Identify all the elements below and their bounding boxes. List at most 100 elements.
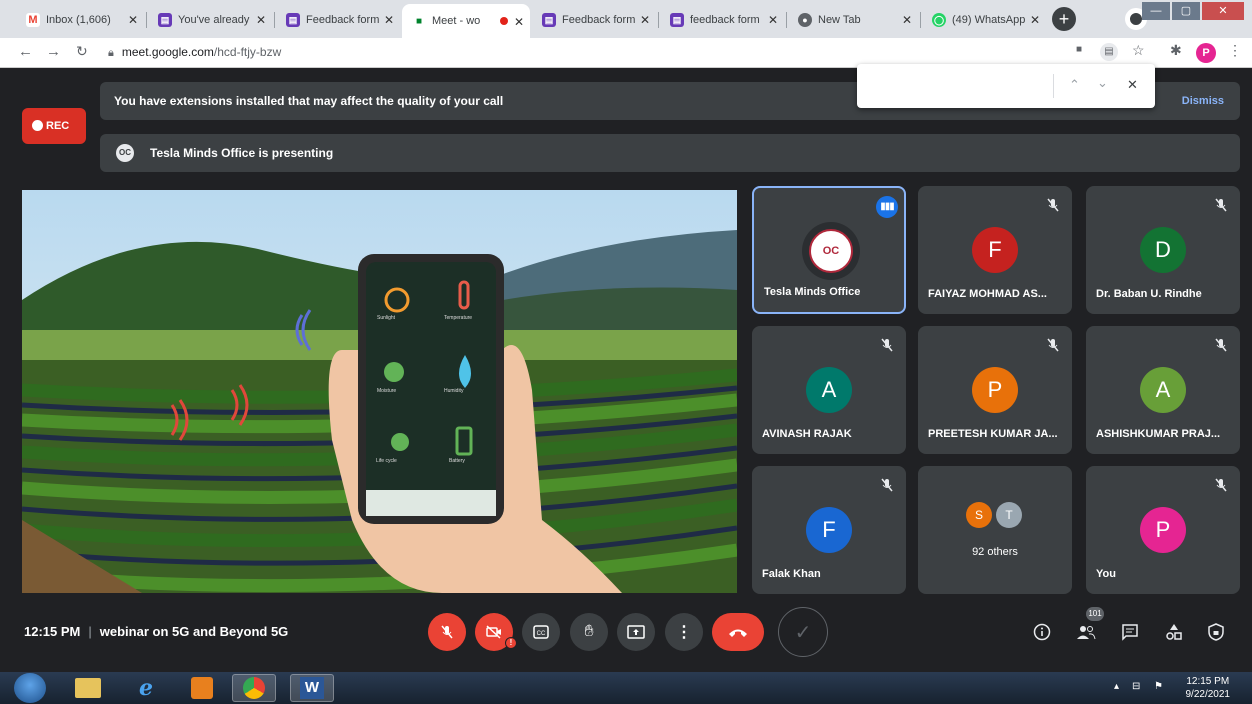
clock-date: 9/22/2021 bbox=[1185, 689, 1231, 700]
activities-button[interactable] bbox=[1162, 620, 1186, 644]
folder-icon bbox=[75, 678, 101, 698]
present-icon bbox=[627, 625, 645, 639]
close-tab-icon[interactable]: ✕ bbox=[768, 13, 778, 27]
menu-icon[interactable]: ⋮ bbox=[1228, 42, 1242, 59]
tab-forms-1[interactable]: ▤ You've already ✕ bbox=[148, 6, 272, 34]
close-tab-icon[interactable]: ✕ bbox=[514, 15, 524, 29]
tab-whatsapp[interactable]: ◯ (49) WhatsApp ✕ bbox=[922, 6, 1046, 34]
others-tile[interactable]: S T 92 others bbox=[918, 466, 1072, 594]
close-tab-icon[interactable]: ✕ bbox=[256, 13, 266, 27]
mic-off-icon bbox=[1215, 198, 1227, 212]
chat-icon bbox=[1122, 624, 1138, 641]
participant-tile[interactable]: A AVINASH RAJAK bbox=[752, 326, 906, 454]
gmail-icon: M bbox=[26, 13, 40, 27]
minimize-button[interactable]: — bbox=[1142, 2, 1170, 20]
tab-forms-4[interactable]: ▤ feedback form ✕ bbox=[660, 6, 784, 34]
taskbar-chrome[interactable] bbox=[232, 674, 276, 702]
extensions-icon[interactable]: ✱ bbox=[1170, 42, 1182, 59]
window-close-button[interactable]: ✕ bbox=[1202, 2, 1244, 20]
mic-off-icon bbox=[441, 625, 453, 639]
browser-tab-bar: M Inbox (1,606) ✕ ▤ You've already ✕ ▤ F… bbox=[0, 0, 1252, 38]
find-previous-icon[interactable]: ⌃ bbox=[1069, 77, 1080, 93]
dismiss-button[interactable]: Dismiss bbox=[1182, 82, 1224, 120]
participant-tile[interactable]: F FAIYAZ MOHMAD AS... bbox=[918, 186, 1072, 314]
participant-tile[interactable]: F Falak Khan bbox=[752, 466, 906, 594]
mic-off-icon bbox=[1215, 478, 1227, 492]
close-tab-icon[interactable]: ✕ bbox=[902, 13, 912, 27]
meeting-time: 12:15 PM bbox=[24, 624, 81, 639]
leave-call-button[interactable] bbox=[712, 613, 764, 651]
participant-name: AVINASH RAJAK bbox=[762, 428, 852, 440]
camera-icon[interactable]: ■ bbox=[1076, 44, 1082, 55]
presenting-text: Tesla Minds Office is presenting bbox=[150, 146, 334, 160]
tab-title: Meet - wo bbox=[432, 15, 481, 27]
bookmark-star-icon[interactable]: ☆ bbox=[1132, 42, 1145, 59]
forms-icon: ▤ bbox=[158, 13, 172, 27]
microphone-toggle-button[interactable] bbox=[428, 613, 466, 651]
participant-avatar: OC bbox=[802, 222, 860, 280]
checkmark-button[interactable]: ✓ bbox=[778, 607, 828, 657]
page-icon[interactable]: ▤ bbox=[1100, 43, 1118, 61]
presenter-avatar: OC bbox=[116, 144, 134, 162]
taskbar-word[interactable]: W bbox=[290, 674, 334, 702]
maximize-button[interactable]: ▢ bbox=[1172, 2, 1200, 20]
people-button[interactable] bbox=[1074, 620, 1098, 644]
start-button[interactable] bbox=[14, 673, 46, 703]
find-close-icon[interactable]: ✕ bbox=[1127, 77, 1138, 93]
check-icon: ✓ bbox=[794, 621, 812, 644]
warning-icon: ! bbox=[505, 637, 517, 649]
captions-button[interactable]: CC bbox=[522, 613, 560, 651]
meet-icon: ■ bbox=[412, 14, 426, 28]
more-options-button[interactable]: ⋮ bbox=[665, 613, 703, 651]
meeting-details-button[interactable] bbox=[1030, 620, 1054, 644]
host-controls-button[interactable] bbox=[1204, 620, 1228, 644]
flag-icon[interactable]: ⚑ bbox=[1154, 681, 1163, 692]
participant-tile[interactable]: D Dr. Baban U. Rindhe bbox=[1086, 186, 1240, 314]
window-controls: — ▢ ✕ bbox=[1142, 2, 1244, 20]
taskbar-ie[interactable]: e bbox=[124, 674, 168, 702]
forward-icon[interactable]: → bbox=[46, 43, 61, 60]
tab-title: Inbox (1,606) bbox=[46, 14, 111, 26]
mic-off-icon bbox=[881, 478, 893, 492]
close-tab-icon[interactable]: ✕ bbox=[640, 13, 650, 27]
tab-gmail[interactable]: M Inbox (1,606) ✕ bbox=[16, 6, 144, 34]
present-now-button[interactable] bbox=[617, 613, 655, 651]
close-tab-icon[interactable]: ✕ bbox=[384, 13, 394, 27]
participant-avatar: D bbox=[1140, 227, 1186, 273]
windows-taskbar: e W ▴ ⊟ ⚑ 12:15 PM 9/22/2021 bbox=[0, 672, 1252, 704]
close-tab-icon[interactable]: ✕ bbox=[1030, 13, 1040, 27]
chat-button[interactable] bbox=[1118, 620, 1142, 644]
participant-name: Tesla Minds Office bbox=[764, 286, 861, 298]
profile-avatar[interactable]: P bbox=[1196, 43, 1216, 63]
tab-meet[interactable]: ■ Meet - wo ✕ bbox=[402, 4, 530, 38]
tab-forms-2[interactable]: ▤ Feedback form ✕ bbox=[276, 6, 400, 34]
participant-tile[interactable]: A ASHISHKUMAR PRAJ... bbox=[1086, 326, 1240, 454]
clock-time: 12:15 PM bbox=[1186, 676, 1230, 687]
tab-title: You've already bbox=[178, 14, 250, 26]
taskbar-explorer[interactable] bbox=[66, 674, 110, 702]
taskbar-clock[interactable]: 12:15 PM 9/22/2021 bbox=[1186, 675, 1231, 701]
participant-name: PREETESH KUMAR JA... bbox=[928, 428, 1058, 440]
recording-indicator: REC bbox=[22, 108, 86, 144]
raise-hand-button[interactable]: ✋︎ bbox=[570, 613, 608, 651]
camera-toggle-button[interactable]: ! bbox=[475, 613, 517, 651]
mic-off-icon bbox=[1047, 198, 1059, 212]
tab-forms-3[interactable]: ▤ Feedback form ✕ bbox=[532, 6, 656, 34]
find-next-icon[interactable]: ⌄ bbox=[1097, 75, 1108, 91]
reload-icon[interactable]: ↻ bbox=[76, 43, 88, 60]
meeting-title: webinar on 5G and Beyond 5G bbox=[99, 624, 289, 639]
participant-name: Dr. Baban U. Rindhe bbox=[1096, 288, 1202, 300]
shapes-icon bbox=[1166, 624, 1182, 640]
back-icon[interactable]: ← bbox=[18, 43, 33, 60]
participant-tile[interactable]: P PREETESH KUMAR JA... bbox=[918, 326, 1072, 454]
network-icon[interactable]: ⊟ bbox=[1132, 681, 1140, 692]
camera-off-icon bbox=[486, 625, 501, 639]
tab-new-tab[interactable]: ● New Tab ✕ bbox=[788, 6, 918, 34]
taskbar-media[interactable] bbox=[180, 674, 224, 702]
tray-arrow-icon[interactable]: ▴ bbox=[1114, 681, 1119, 692]
new-tab-button[interactable]: + bbox=[1052, 7, 1076, 31]
close-tab-icon[interactable]: ✕ bbox=[128, 13, 138, 27]
self-tile[interactable]: P You bbox=[1086, 466, 1240, 594]
url-field[interactable]: 🔒︎ meet.google.com/hcd-ftjy-bzw bbox=[108, 45, 281, 60]
participant-tile[interactable]: ▮▮▮ OC Tesla Minds Office bbox=[752, 186, 906, 314]
